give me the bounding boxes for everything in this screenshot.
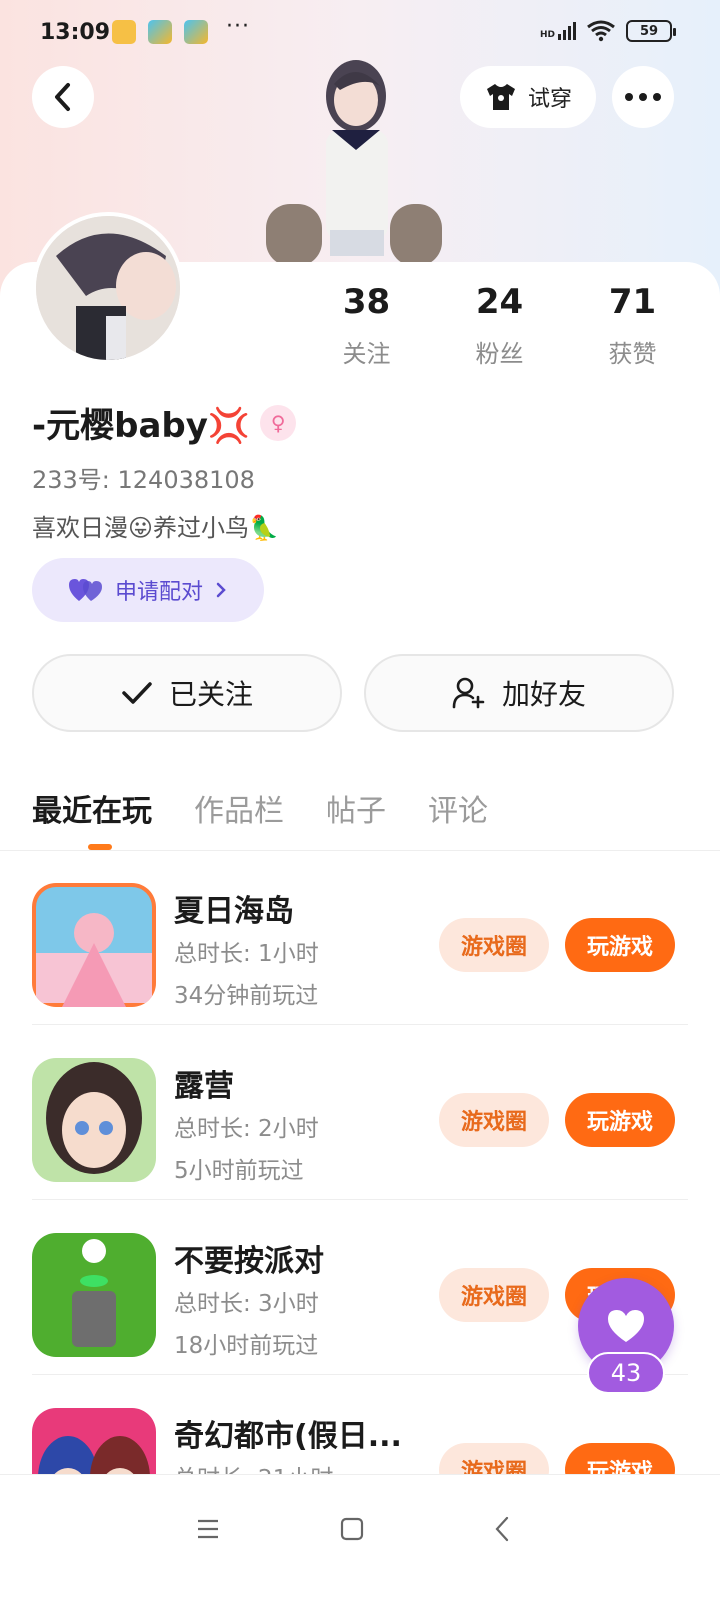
chevron-right-icon [216,582,226,598]
tab-recent-play[interactable]: 最近在玩 [32,786,152,830]
add-friend-button[interactable]: 加好友 [364,654,674,732]
profile-stats: 38 关注 24 粉丝 71 获赞 [300,282,700,369]
username-row: -元樱baby💢 ♀ [32,398,297,447]
play-game-button[interactable]: 玩游戏 [565,1443,675,1474]
game-last-played: 18小时前玩过 [174,1333,319,1359]
stat-label: 关注 [342,340,391,368]
stat-label: 获赞 [608,340,657,368]
game-last-played: 34分钟前玩过 [174,983,319,1009]
followed-label: 已关注 [168,678,253,711]
try-on-button[interactable]: 试穿 [460,66,596,128]
app-notification-icon [184,20,208,44]
more-options-button[interactable] [612,66,674,128]
username: -元樱baby💢 [32,406,251,446]
game-duration: 总时长: 3小时 [174,1291,319,1317]
back-button[interactable] [32,66,94,128]
game-icon[interactable] [32,1233,156,1357]
stat-number: 38 [342,282,391,322]
game-thumbnail-image [32,1058,156,1182]
stat-number: 71 [608,282,657,322]
system-navigation-bar [0,1474,720,1600]
battery-level: 59 [639,23,659,39]
stat-number: 24 [475,282,524,322]
game-title: 不要按派对 [174,1244,324,1279]
signal-icon: HD [540,22,576,40]
request-match-button[interactable]: 申请配对 [32,558,264,622]
female-icon: ♀ [260,404,297,441]
double-heart-icon [68,579,102,601]
followed-button[interactable]: 已关注 [32,654,342,732]
game-duration: 总时长: 1小时 [174,941,319,967]
hd-label: HD [539,30,555,40]
game-circle-button[interactable]: 游戏圈 [439,918,549,972]
game-icon[interactable] [32,1058,156,1182]
game-row[interactable]: 奇幻都市(假日... 总时长: 21小时 游戏圈 玩游戏 [32,1375,688,1474]
game-thumbnail-image [32,1233,156,1357]
system-back-button[interactable] [482,1509,522,1549]
game-icon[interactable] [32,1408,156,1474]
game-title: 夏日海岛 [174,894,294,929]
game-row[interactable]: 夏日海岛 总时长: 1小时 34分钟前玩过 游戏圈 玩游戏 [32,850,688,1025]
game-duration: 总时长: 2小时 [174,1116,319,1142]
stat-followers[interactable]: 24 粉丝 [433,282,566,369]
more-dots-icon [625,93,661,101]
app-notification-icon [112,20,136,44]
add-user-icon [452,677,485,709]
user-bio: 喜欢日漫😛养过小鸟🦜 [32,514,279,542]
play-game-button[interactable]: 玩游戏 [565,918,675,972]
game-title: 奇幻都市(假日... [174,1419,402,1454]
play-game-button[interactable]: 玩游戏 [565,1093,675,1147]
game-row[interactable]: 露营 总时长: 2小时 5小时前玩过 游戏圈 玩游戏 [32,1025,688,1200]
battery-icon: 59 [626,20,676,42]
game-duration: 总时长: 21小时 [174,1459,333,1474]
status-time: 13:09 [40,20,111,45]
wifi-icon [587,20,615,42]
game-circle-button[interactable]: 游戏圈 [439,1093,549,1147]
stat-following[interactable]: 38 关注 [300,282,433,369]
more-notifications-icon: ··· [226,14,250,39]
avatar[interactable] [32,212,184,364]
user-id: 233号: 124038108 [32,466,255,494]
home-square-icon [340,1517,364,1541]
game-last-played: 5小时前玩过 [174,1158,304,1184]
chevron-left-icon [495,1516,509,1542]
heart-icon [608,1310,644,1342]
chevron-left-icon [55,83,70,111]
game-thumbnail-image [32,1408,156,1474]
home-button[interactable] [332,1509,372,1549]
game-circle-button[interactable]: 游戏圈 [439,1443,549,1474]
stat-label: 粉丝 [475,340,524,368]
avatar-figure-image [266,60,442,266]
try-on-label: 试穿 [527,87,572,112]
request-match-label: 申请配对 [114,580,203,605]
tab-works[interactable]: 作品栏 [194,786,284,830]
shirt-icon [486,84,515,110]
tab-comments[interactable]: 评论 [428,786,488,830]
check-icon [122,682,152,704]
app-notification-icon [148,20,172,44]
tab-posts[interactable]: 帖子 [326,786,386,830]
profile-tabs: 最近在玩 作品栏 帖子 评论 [32,786,488,830]
game-thumbnail-image [32,883,156,1007]
stat-likes[interactable]: 71 获赞 [566,282,699,369]
game-circle-button[interactable]: 游戏圈 [439,1268,549,1322]
add-friend-label: 加好友 [501,678,586,711]
game-title: 露营 [174,1069,234,1104]
game-icon[interactable] [32,883,156,1007]
menu-button[interactable] [188,1509,228,1549]
menu-icon [198,1519,218,1539]
like-count: 43 [587,1352,665,1394]
